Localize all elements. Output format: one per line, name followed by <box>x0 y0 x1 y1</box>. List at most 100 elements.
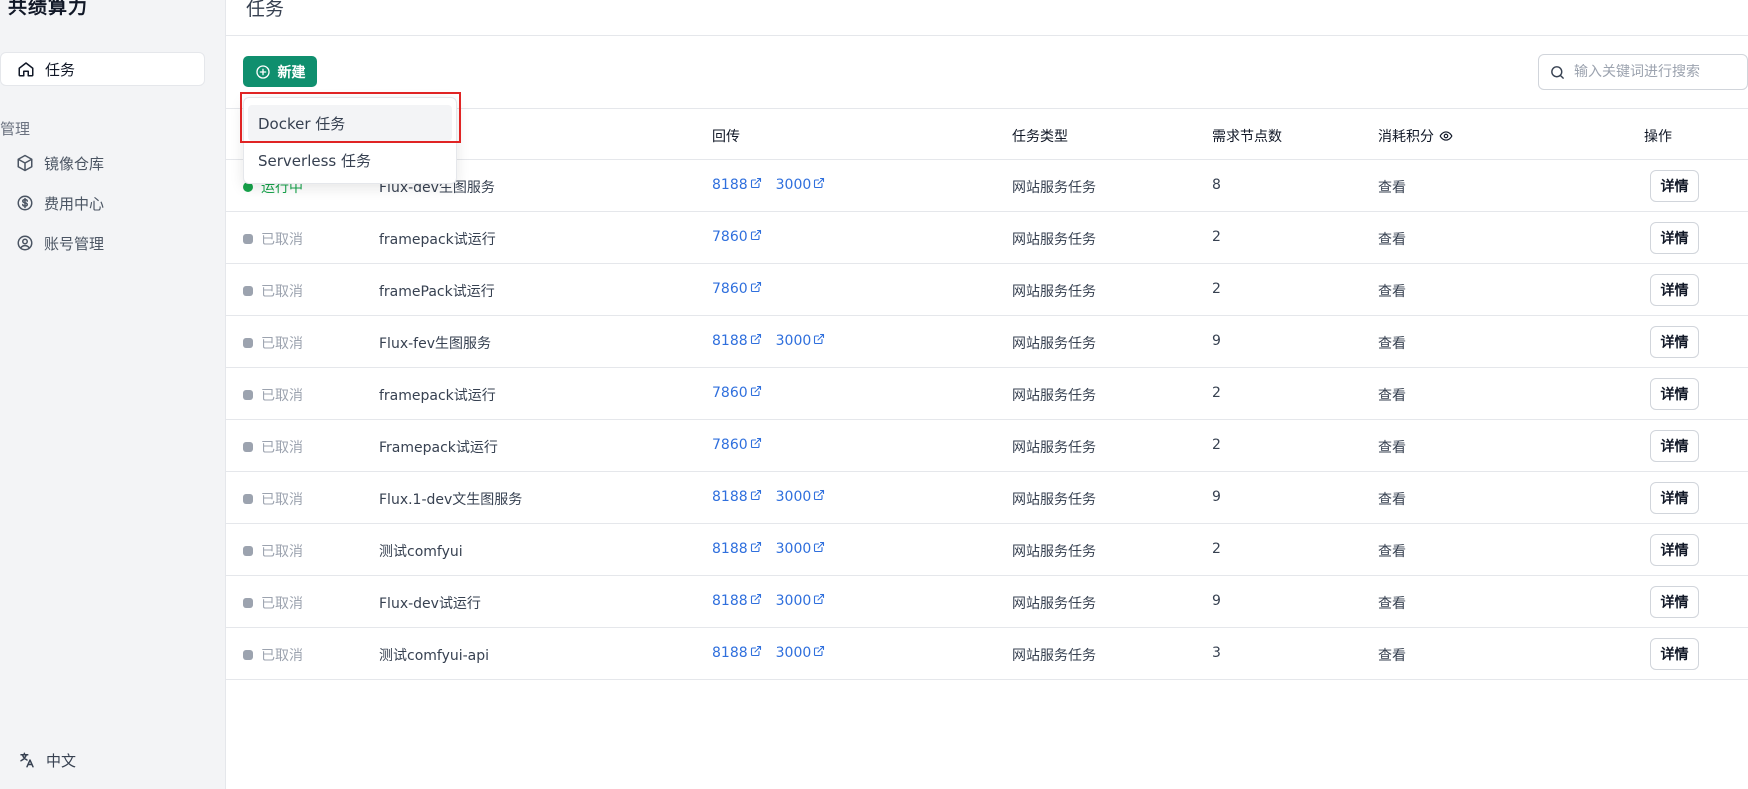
port-label: 7860 <box>712 281 748 297</box>
port-link[interactable]: 3000 <box>776 593 826 609</box>
credits-view[interactable]: 查看 <box>1378 541 1406 561</box>
table-row: 已取消 framepack试运行 7860 网站服务任务 2 查看 详情 <box>226 368 1748 420</box>
credits-view[interactable]: 查看 <box>1378 645 1406 665</box>
eye-icon[interactable] <box>1439 129 1453 143</box>
task-type: 网站服务任务 <box>1012 648 1096 664</box>
external-link-icon <box>813 593 825 609</box>
search-input[interactable] <box>1574 64 1744 80</box>
port-label: 3000 <box>775 593 812 609</box>
search-icon <box>1551 65 1564 79</box>
port-link[interactable]: 8188 <box>712 489 762 505</box>
external-link-icon <box>750 593 762 609</box>
status-label: 已取消 <box>261 544 303 560</box>
detail-button[interactable]: 详情 <box>1650 274 1699 306</box>
external-link-icon <box>750 177 762 193</box>
detail-button[interactable]: 详情 <box>1650 586 1699 618</box>
task-name: Flux.1-dev文生图服务 <box>379 492 523 508</box>
port-link[interactable]: 3000 <box>776 177 826 193</box>
detail-button[interactable]: 详情 <box>1650 378 1699 410</box>
dropdown-item-serverless[interactable]: Serverless 任务 <box>248 142 452 178</box>
search-box[interactable] <box>1538 54 1748 90</box>
task-name: framePack试运行 <box>379 284 495 300</box>
page-title: 任务 <box>246 0 285 20</box>
column-header-type: 任务类型 <box>1012 129 1068 145</box>
port-label: 8188 <box>712 593 748 609</box>
status-label: 已取消 <box>261 232 303 248</box>
port-link[interactable]: 7860 <box>712 385 762 401</box>
port-link[interactable]: 7860 <box>712 281 762 297</box>
table-row: 已取消 framepack试运行 7860 网站服务任务 2 查看 详情 <box>226 212 1748 264</box>
new-task-dropdown: Docker 任务 Serverless 任务 <box>243 97 457 184</box>
status-dot <box>243 286 253 296</box>
external-link-icon <box>813 177 825 193</box>
port-links: 7860 <box>712 437 776 453</box>
dropdown-item-docker[interactable]: Docker 任务 <box>248 105 452 141</box>
task-name: 测试comfyui-api <box>379 648 490 664</box>
port-link[interactable]: 8188 <box>712 541 762 557</box>
credits-view[interactable]: 查看 <box>1378 281 1406 301</box>
port-links: 8188 3000 <box>712 333 839 349</box>
node-count: 9 <box>1212 333 1221 349</box>
port-link[interactable]: 7860 <box>712 229 762 245</box>
column-header-credits: 消耗积分 <box>1378 126 1453 146</box>
port-label: 7860 <box>712 229 748 245</box>
sidebar-item-label: 账号管理 <box>44 234 105 253</box>
credits-view[interactable]: 查看 <box>1378 229 1406 249</box>
node-count: 2 <box>1212 541 1221 557</box>
task-type: 网站服务任务 <box>1012 544 1096 560</box>
table-row: 已取消 测试comfyui-api 8188 3000 网站服务任务 3 查看 详情 <box>226 628 1748 680</box>
external-link-icon <box>813 489 825 505</box>
credits-view[interactable]: 查看 <box>1378 437 1406 457</box>
status-badge: 已取消 <box>243 541 303 561</box>
port-link[interactable]: 7860 <box>712 437 762 453</box>
sidebar-item-account[interactable]: 账号管理 <box>16 228 104 258</box>
detail-button[interactable]: 详情 <box>1650 482 1699 514</box>
status-dot <box>243 442 253 452</box>
credits-view[interactable]: 查看 <box>1378 177 1406 197</box>
status-label: 已取消 <box>261 336 303 352</box>
language-switcher[interactable]: 中文 <box>18 747 76 773</box>
port-link[interactable]: 3000 <box>776 333 826 349</box>
port-link[interactable]: 8188 <box>712 177 762 193</box>
sidebar-item-image-registry[interactable]: 镜像仓库 <box>16 148 104 178</box>
external-link-icon <box>750 437 762 453</box>
sidebar: 共绩算力 任务 管理 镜像仓库 费用中心 账号管理 中文 <box>0 0 226 789</box>
credits-view[interactable]: 查看 <box>1378 489 1406 509</box>
node-count: 2 <box>1212 437 1221 453</box>
port-label: 7860 <box>712 385 748 401</box>
credits-view[interactable]: 查看 <box>1378 593 1406 613</box>
status-dot <box>243 494 253 504</box>
new-task-button[interactable]: 新建 <box>243 56 317 87</box>
sidebar-item-billing[interactable]: 费用中心 <box>16 188 104 218</box>
status-label: 已取消 <box>261 648 303 664</box>
task-type: 网站服务任务 <box>1012 180 1096 196</box>
port-link[interactable]: 8188 <box>712 645 762 661</box>
sidebar-item-tasks[interactable]: 任务 <box>0 52 205 86</box>
detail-button[interactable]: 详情 <box>1650 430 1699 462</box>
port-link[interactable]: 3000 <box>776 541 826 557</box>
detail-button[interactable]: 详情 <box>1650 326 1699 358</box>
credits-view[interactable]: 查看 <box>1378 385 1406 405</box>
external-link-icon <box>750 541 762 557</box>
port-label: 3000 <box>775 541 812 557</box>
port-label: 8188 <box>712 177 748 193</box>
external-link-icon <box>750 489 762 505</box>
header-divider <box>226 35 1748 36</box>
port-label: 8188 <box>712 645 748 661</box>
node-count: 9 <box>1212 489 1221 505</box>
detail-button[interactable]: 详情 <box>1650 222 1699 254</box>
detail-button[interactable]: 详情 <box>1650 638 1699 670</box>
detail-button[interactable]: 详情 <box>1650 170 1699 202</box>
external-link-icon <box>813 541 825 557</box>
new-task-label: 新建 <box>277 64 306 81</box>
port-link[interactable]: 3000 <box>776 645 826 661</box>
port-link[interactable]: 8188 <box>712 333 762 349</box>
detail-button[interactable]: 详情 <box>1650 534 1699 566</box>
port-link[interactable]: 8188 <box>712 593 762 609</box>
port-link[interactable]: 3000 <box>776 489 826 505</box>
external-link-icon <box>750 385 762 401</box>
cube-icon <box>17 154 33 172</box>
external-link-icon <box>750 333 762 349</box>
credits-view[interactable]: 查看 <box>1378 333 1406 353</box>
external-link-icon <box>813 645 825 661</box>
